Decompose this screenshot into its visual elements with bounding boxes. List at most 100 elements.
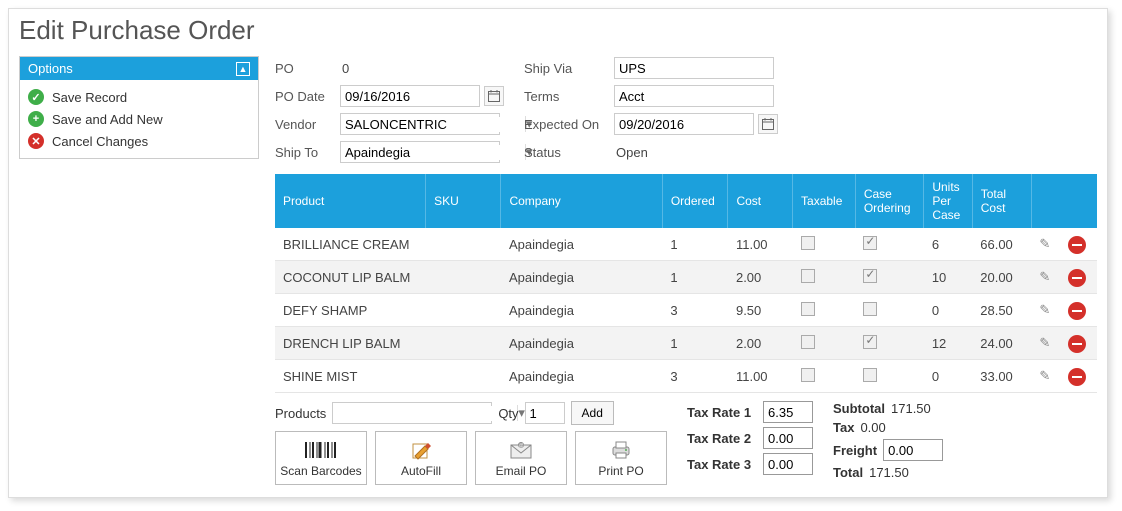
- calendar-icon[interactable]: [758, 114, 778, 134]
- autofill-button[interactable]: AutoFill: [375, 431, 467, 485]
- status-label: Status: [524, 145, 614, 160]
- pencil-icon[interactable]: ✎: [1039, 269, 1050, 284]
- cell-product: DEFY SHAMP: [275, 294, 426, 327]
- po-date-input[interactable]: [340, 85, 480, 107]
- ship-to-combo[interactable]: ▾: [340, 141, 500, 163]
- vendor-input[interactable]: [341, 117, 525, 132]
- ship-to-input[interactable]: [341, 145, 525, 160]
- print-po-button[interactable]: Print PO: [575, 431, 667, 485]
- options-panel: Options ▲ ✓ Save Record + Save and Add N…: [19, 56, 259, 159]
- delete-icon[interactable]: [1068, 368, 1086, 386]
- col-units-per-case[interactable]: Units Per Case: [924, 174, 972, 228]
- taxable-checkbox[interactable]: [801, 236, 815, 250]
- table-row[interactable]: SHINE MISTApaindegia311.00033.00✎: [275, 360, 1097, 393]
- cell-total: 24.00: [972, 327, 1031, 360]
- tax-rate-2-input[interactable]: [763, 427, 813, 449]
- col-ordered[interactable]: Ordered: [662, 174, 728, 228]
- table-row[interactable]: COCONUT LIP BALMApaindegia12.001020.00✎: [275, 261, 1097, 294]
- tax-rate-1-label: Tax Rate 1: [687, 405, 757, 420]
- col-sku[interactable]: SKU: [426, 174, 501, 228]
- cell-total: 33.00: [972, 360, 1031, 393]
- vendor-combo[interactable]: ▾: [340, 113, 500, 135]
- options-header: Options: [28, 61, 73, 76]
- cell-company: Apaindegia: [501, 228, 662, 261]
- po-date-label: PO Date: [275, 89, 340, 104]
- col-total-cost[interactable]: Total Cost: [972, 174, 1031, 228]
- expected-input[interactable]: [614, 113, 754, 135]
- case-ordering-checkbox[interactable]: [863, 302, 877, 316]
- col-case-ordering[interactable]: Case Ordering: [855, 174, 924, 228]
- expected-label: Expected On: [524, 117, 614, 132]
- barcode-icon: [304, 439, 338, 461]
- taxable-checkbox[interactable]: [801, 269, 815, 283]
- delete-icon[interactable]: [1068, 302, 1086, 320]
- products-combo[interactable]: ▾: [332, 402, 492, 424]
- col-company[interactable]: Company: [501, 174, 662, 228]
- x-icon: ✕: [28, 133, 44, 149]
- taxable-checkbox[interactable]: [801, 335, 815, 349]
- cell-product: DRENCH LIP BALM: [275, 327, 426, 360]
- cell-sku: [426, 261, 501, 294]
- qty-input[interactable]: [525, 402, 565, 424]
- cell-sku: [426, 360, 501, 393]
- total-label: Total: [833, 465, 863, 480]
- cell-cost: 2.00: [728, 327, 793, 360]
- qty-label: Qty: [498, 406, 518, 421]
- col-cost[interactable]: Cost: [728, 174, 793, 228]
- taxable-checkbox[interactable]: [801, 302, 815, 316]
- delete-icon[interactable]: [1068, 335, 1086, 353]
- case-ordering-checkbox[interactable]: [863, 269, 877, 283]
- cell-upc: 12: [924, 327, 972, 360]
- case-ordering-checkbox[interactable]: [863, 236, 877, 250]
- pencil-icon[interactable]: ✎: [1039, 302, 1050, 317]
- pencil-icon[interactable]: ✎: [1039, 335, 1050, 350]
- case-ordering-checkbox[interactable]: [863, 368, 877, 382]
- terms-input[interactable]: [614, 85, 774, 107]
- save-add-new-label: Save and Add New: [52, 112, 163, 127]
- products-input[interactable]: [333, 406, 517, 421]
- scan-barcodes-button[interactable]: Scan Barcodes: [275, 431, 367, 485]
- add-button[interactable]: Add: [571, 401, 614, 425]
- freight-input[interactable]: [883, 439, 943, 461]
- save-record-button[interactable]: ✓ Save Record: [28, 86, 250, 108]
- cell-company: Apaindegia: [501, 360, 662, 393]
- cell-ordered: 3: [662, 294, 728, 327]
- pencil-icon[interactable]: ✎: [1039, 236, 1050, 251]
- case-ordering-checkbox[interactable]: [863, 335, 877, 349]
- cell-cost: 9.50: [728, 294, 793, 327]
- cell-product: SHINE MIST: [275, 360, 426, 393]
- tax-rate-3-input[interactable]: [763, 453, 813, 475]
- table-row[interactable]: DRENCH LIP BALMApaindegia12.001224.00✎: [275, 327, 1097, 360]
- po-label: PO: [275, 61, 340, 76]
- page-title: Edit Purchase Order: [19, 15, 1097, 46]
- delete-icon[interactable]: [1068, 269, 1086, 287]
- check-icon: ✓: [28, 89, 44, 105]
- calendar-icon[interactable]: [484, 86, 504, 106]
- taxable-checkbox[interactable]: [801, 368, 815, 382]
- line-items-grid: Product SKU Company Ordered Cost Taxable…: [275, 174, 1097, 393]
- ship-via-input[interactable]: [614, 57, 774, 79]
- table-row[interactable]: DEFY SHAMPApaindegia39.50028.50✎: [275, 294, 1097, 327]
- tax-rate-2-label: Tax Rate 2: [687, 431, 757, 446]
- email-po-button[interactable]: @ Email PO: [475, 431, 567, 485]
- cell-upc: 0: [924, 360, 972, 393]
- cell-cost: 2.00: [728, 261, 793, 294]
- save-add-new-button[interactable]: + Save and Add New: [28, 108, 250, 130]
- cell-ordered: 3: [662, 360, 728, 393]
- tax-rate-1-input[interactable]: [763, 401, 813, 423]
- pencil-icon[interactable]: ✎: [1039, 368, 1050, 383]
- freight-label: Freight: [833, 443, 877, 458]
- table-row[interactable]: BRILLIANCE CREAMApaindegia111.00666.00✎: [275, 228, 1097, 261]
- cancel-changes-button[interactable]: ✕ Cancel Changes: [28, 130, 250, 152]
- terms-label: Terms: [524, 89, 614, 104]
- vendor-label: Vendor: [275, 117, 340, 132]
- total-value: 171.50: [869, 465, 909, 480]
- svg-text:@: @: [518, 443, 523, 449]
- delete-icon[interactable]: [1068, 236, 1086, 254]
- col-taxable[interactable]: Taxable: [793, 174, 856, 228]
- col-product[interactable]: Product: [275, 174, 426, 228]
- cell-sku: [426, 294, 501, 327]
- cell-ordered: 1: [662, 261, 728, 294]
- cell-sku: [426, 327, 501, 360]
- collapse-icon[interactable]: ▲: [236, 62, 250, 76]
